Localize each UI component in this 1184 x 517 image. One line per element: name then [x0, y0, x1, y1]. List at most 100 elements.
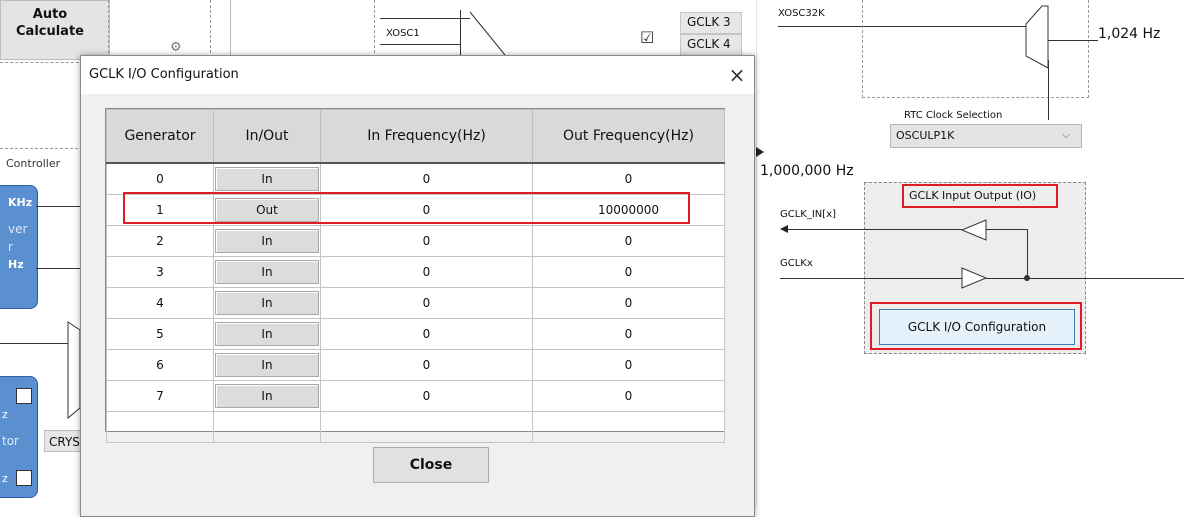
divider [1088, 0, 1089, 98]
generator-cell: 4 [106, 287, 214, 319]
generator-cell: 6 [106, 349, 214, 381]
in-frequency-cell[interactable]: 0 [320, 162, 533, 195]
junction-dot [1024, 275, 1030, 281]
column-header-in-frequency: In Frequency(Hz) [320, 109, 533, 164]
divider [210, 0, 211, 58]
gclk-io-configuration-button[interactable]: GCLK I/O Configuration [879, 309, 1075, 345]
connector-line [778, 26, 1036, 27]
in-out-toggle-button[interactable]: In [215, 353, 319, 377]
close-icon[interactable]: × [724, 62, 750, 88]
out-frequency-cell[interactable]: 0 [532, 256, 725, 288]
connector-line [1048, 60, 1049, 120]
close-button[interactable]: Close [373, 447, 489, 483]
arrow-left-icon [780, 225, 788, 233]
connector-line [986, 278, 1184, 279]
connector-line [1027, 229, 1028, 278]
frequency-1024: 1,024 Hz [1098, 26, 1161, 42]
gclk-io-panel-title: GCLK Input Output (IO) [909, 189, 1037, 202]
dialog-title: GCLK I/O Configuration [89, 67, 239, 82]
generator-cell: 3 [106, 256, 214, 288]
frequency-1000000: 1,000,000 Hz [760, 163, 854, 179]
connector-line [786, 229, 962, 230]
block-text: ver [8, 222, 28, 236]
in-out-toggle-button[interactable]: In [215, 322, 319, 346]
connector-line [380, 44, 460, 45]
table-header-row: Generator In/Out In Frequency(Hz) Out Fr… [106, 109, 725, 164]
out-frequency-cell[interactable]: 0 [532, 380, 725, 412]
in-out-toggle-button[interactable]: In [215, 291, 319, 315]
block-text: tor [2, 434, 19, 448]
gclk-enable-checkbox[interactable]: ☑ [640, 28, 654, 47]
mux-shape [1025, 5, 1049, 69]
chevron-down-icon: ⌵ [1062, 128, 1071, 141]
divider [862, 0, 863, 98]
controller-label: Controller [6, 157, 61, 170]
xosc32k-label: XOSC32K [778, 8, 825, 19]
connector-line [380, 18, 470, 19]
generator-cell: 2 [106, 225, 214, 257]
xosc1-label: XOSC1 [386, 28, 420, 39]
divider [374, 0, 375, 58]
block-checkbox[interactable] [16, 388, 32, 404]
column-header-in-out: In/Out [213, 109, 321, 164]
connector-line [36, 206, 80, 207]
in-frequency-cell[interactable]: 0 [320, 380, 533, 412]
auto-calculate-label: Auto Calculate [16, 7, 84, 39]
rtc-clock-selection-label: RTC Clock Selection [904, 110, 1003, 121]
connector-line [1048, 40, 1098, 41]
divider [0, 148, 78, 149]
table-row: 7 In 0 0 [106, 380, 725, 412]
gclk-io-table: Generator In/Out In Frequency(Hz) Out Fr… [105, 108, 725, 443]
crystal-field[interactable]: CRYS [44, 430, 84, 452]
table-row: 0 In 0 0 [106, 162, 725, 195]
block-text: Hz [8, 258, 24, 271]
divider [0, 62, 84, 63]
generator-cell: 0 [106, 162, 214, 195]
rtc-clock-selection-value: OSCULP1K [896, 129, 955, 142]
in-out-toggle-button[interactable]: In [215, 167, 319, 191]
divider [862, 97, 1089, 98]
table-row-empty [106, 411, 725, 443]
block-text: r [8, 240, 13, 254]
in-frequency-cell[interactable]: 0 [320, 256, 533, 288]
arrow-right-icon [756, 147, 764, 157]
in-frequency-cell[interactable]: 0 [320, 349, 533, 381]
settings-gear-icon[interactable]: ⚙ [170, 40, 182, 55]
divider [230, 0, 231, 58]
in-out-toggle-button[interactable]: In [215, 384, 319, 408]
out-frequency-cell[interactable]: 0 [532, 287, 725, 319]
buffer-out-triangle-icon [961, 267, 988, 289]
gclkx-label: GCLKx [780, 258, 813, 269]
divider [108, 0, 109, 58]
block-text: z [2, 408, 8, 421]
gclk-3-cell[interactable]: GCLK 3 [680, 12, 742, 34]
buffer-in-triangle-icon [960, 219, 987, 241]
table-row: 4 In 0 0 [106, 287, 725, 319]
gclk-4-cell[interactable]: GCLK 4 [680, 34, 742, 56]
out-frequency-cell[interactable]: 0 [532, 225, 725, 257]
generator-1-row-highlight [123, 192, 690, 224]
table-row: 5 In 0 0 [106, 318, 725, 350]
connector-line [36, 268, 80, 269]
in-frequency-cell[interactable]: 0 [320, 318, 533, 350]
table-row: 6 In 0 0 [106, 349, 725, 381]
divider [756, 0, 757, 506]
mux-shape [469, 11, 506, 56]
generator-cell: 5 [106, 318, 214, 350]
generator-cell: 7 [106, 380, 214, 412]
block-checkbox[interactable] [16, 470, 32, 486]
in-frequency-cell[interactable]: 0 [320, 287, 533, 319]
block-text: z [2, 472, 8, 485]
in-out-toggle-button[interactable]: In [215, 229, 319, 253]
connector-line [986, 229, 1028, 230]
in-out-toggle-button[interactable]: In [215, 260, 319, 284]
out-frequency-cell[interactable]: 0 [532, 162, 725, 195]
in-frequency-cell[interactable]: 0 [320, 225, 533, 257]
table-row: 3 In 0 0 [106, 256, 725, 288]
out-frequency-cell[interactable]: 0 [532, 349, 725, 381]
gclk-in-label: GCLK_IN[x] [780, 209, 837, 220]
table-row: 2 In 0 0 [106, 225, 725, 257]
connector-line [780, 278, 962, 279]
column-header-generator: Generator [106, 109, 214, 164]
out-frequency-cell[interactable]: 0 [532, 318, 725, 350]
